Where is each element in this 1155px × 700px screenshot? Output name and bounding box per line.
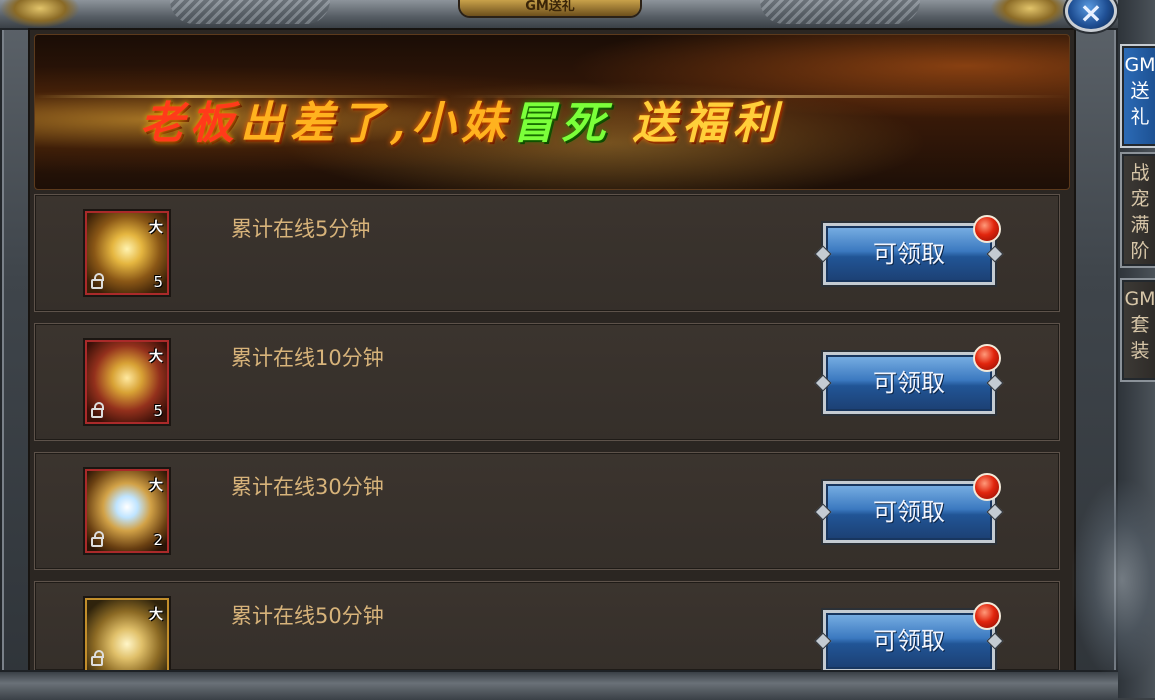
window-top-bar: GM送礼 xyxy=(0,0,1118,30)
tab-text: 装 xyxy=(1130,340,1150,362)
claim-button-wrap: 可领取 xyxy=(823,602,1001,672)
tab-text: 送 xyxy=(1130,80,1150,102)
notification-dot-icon xyxy=(973,344,1001,372)
claim-button-wrap: 可领取 xyxy=(823,215,1001,285)
item-count: 2 xyxy=(153,531,163,549)
item-size-tag: 大 xyxy=(149,478,163,494)
claim-button[interactable]: 可领取 xyxy=(823,481,995,543)
lock-icon xyxy=(91,273,104,289)
item-size-tag: 大 xyxy=(149,220,163,236)
item-count: 5 xyxy=(153,402,163,420)
item-count: 5 xyxy=(153,273,163,291)
tab-gm-gift[interactable]: GM 送 礼 xyxy=(1120,44,1155,148)
lock-icon xyxy=(91,650,104,666)
reward-condition: 累计在线50分钟 xyxy=(231,604,384,628)
slogan-part: 送福利 xyxy=(632,98,783,149)
item-size-tag: 大 xyxy=(149,349,163,365)
frame-ornament xyxy=(760,0,920,24)
tab-text: 战 xyxy=(1130,162,1150,184)
slogan-part: 老板 xyxy=(140,98,240,149)
reward-item-slot[interactable]: 大 5 xyxy=(85,340,169,424)
reward-row: 大 5 累计在线10分钟 可领取 xyxy=(34,323,1060,441)
dragon-ornament-icon xyxy=(0,0,80,28)
claim-button-wrap: 可领取 xyxy=(823,344,1001,414)
claim-button[interactable]: 可领取 xyxy=(823,610,995,672)
reward-item-slot[interactable]: 大 2 xyxy=(85,469,169,553)
gift-window: GM送礼 老板出差了,小妹冒死 送福利 大 5 累计在线5分钟 可领取 大 5 … xyxy=(0,0,1118,700)
tab-text: 宠 xyxy=(1130,188,1150,210)
notification-dot-icon xyxy=(973,602,1001,630)
claim-button-wrap: 可领取 xyxy=(823,473,1001,543)
reward-row: 大 5 累计在线5分钟 可领取 xyxy=(34,194,1060,312)
promo-banner: 老板出差了,小妹冒死 送福利 xyxy=(34,34,1070,190)
reward-item-slot[interactable]: 大 5 xyxy=(85,211,169,295)
reward-condition: 累计在线30分钟 xyxy=(231,475,384,499)
dragon-ornament-icon xyxy=(1072,480,1155,680)
tab-text: GM xyxy=(1124,54,1155,76)
reward-item-slot[interactable]: 大 xyxy=(85,598,169,672)
tab-gm-suit[interactable]: GM 套 装 xyxy=(1120,278,1155,382)
claim-button[interactable]: 可领取 xyxy=(823,352,995,414)
tab-text: 套 xyxy=(1130,314,1150,336)
lock-icon xyxy=(91,402,104,418)
lock-icon xyxy=(91,531,104,547)
banner-slogan: 老板出差了,小妹冒死 送福利 xyxy=(140,87,783,151)
notification-dot-icon xyxy=(973,473,1001,501)
tab-text: GM xyxy=(1124,288,1155,310)
tab-pet-max-rank[interactable]: 战 宠 满 阶 xyxy=(1120,152,1155,268)
reward-row: 大 累计在线50分钟 可领取 xyxy=(34,581,1060,672)
gift-panel: 老板出差了,小妹冒死 送福利 大 5 累计在线5分钟 可领取 大 5 累计在线1… xyxy=(28,28,1076,674)
notification-dot-icon xyxy=(973,215,1001,243)
tab-text: 满 xyxy=(1130,214,1150,236)
reward-condition: 累计在线10分钟 xyxy=(231,346,384,370)
tab-text: 阶 xyxy=(1130,240,1150,262)
dragon-ornament-icon xyxy=(990,0,1070,28)
slogan-part: 出差了,小妹 xyxy=(240,98,512,149)
frame-ornament xyxy=(170,0,330,24)
reward-row: 大 2 累计在线30分钟 可领取 xyxy=(34,452,1060,570)
reward-condition: 累计在线5分钟 xyxy=(231,217,371,241)
window-title: GM送礼 xyxy=(460,0,640,16)
slogan-part: 冒死 xyxy=(511,98,612,149)
item-size-tag: 大 xyxy=(149,607,163,623)
claim-button[interactable]: 可领取 xyxy=(823,223,995,285)
window-bottom-bar xyxy=(0,670,1118,700)
tab-text: 礼 xyxy=(1130,106,1150,128)
